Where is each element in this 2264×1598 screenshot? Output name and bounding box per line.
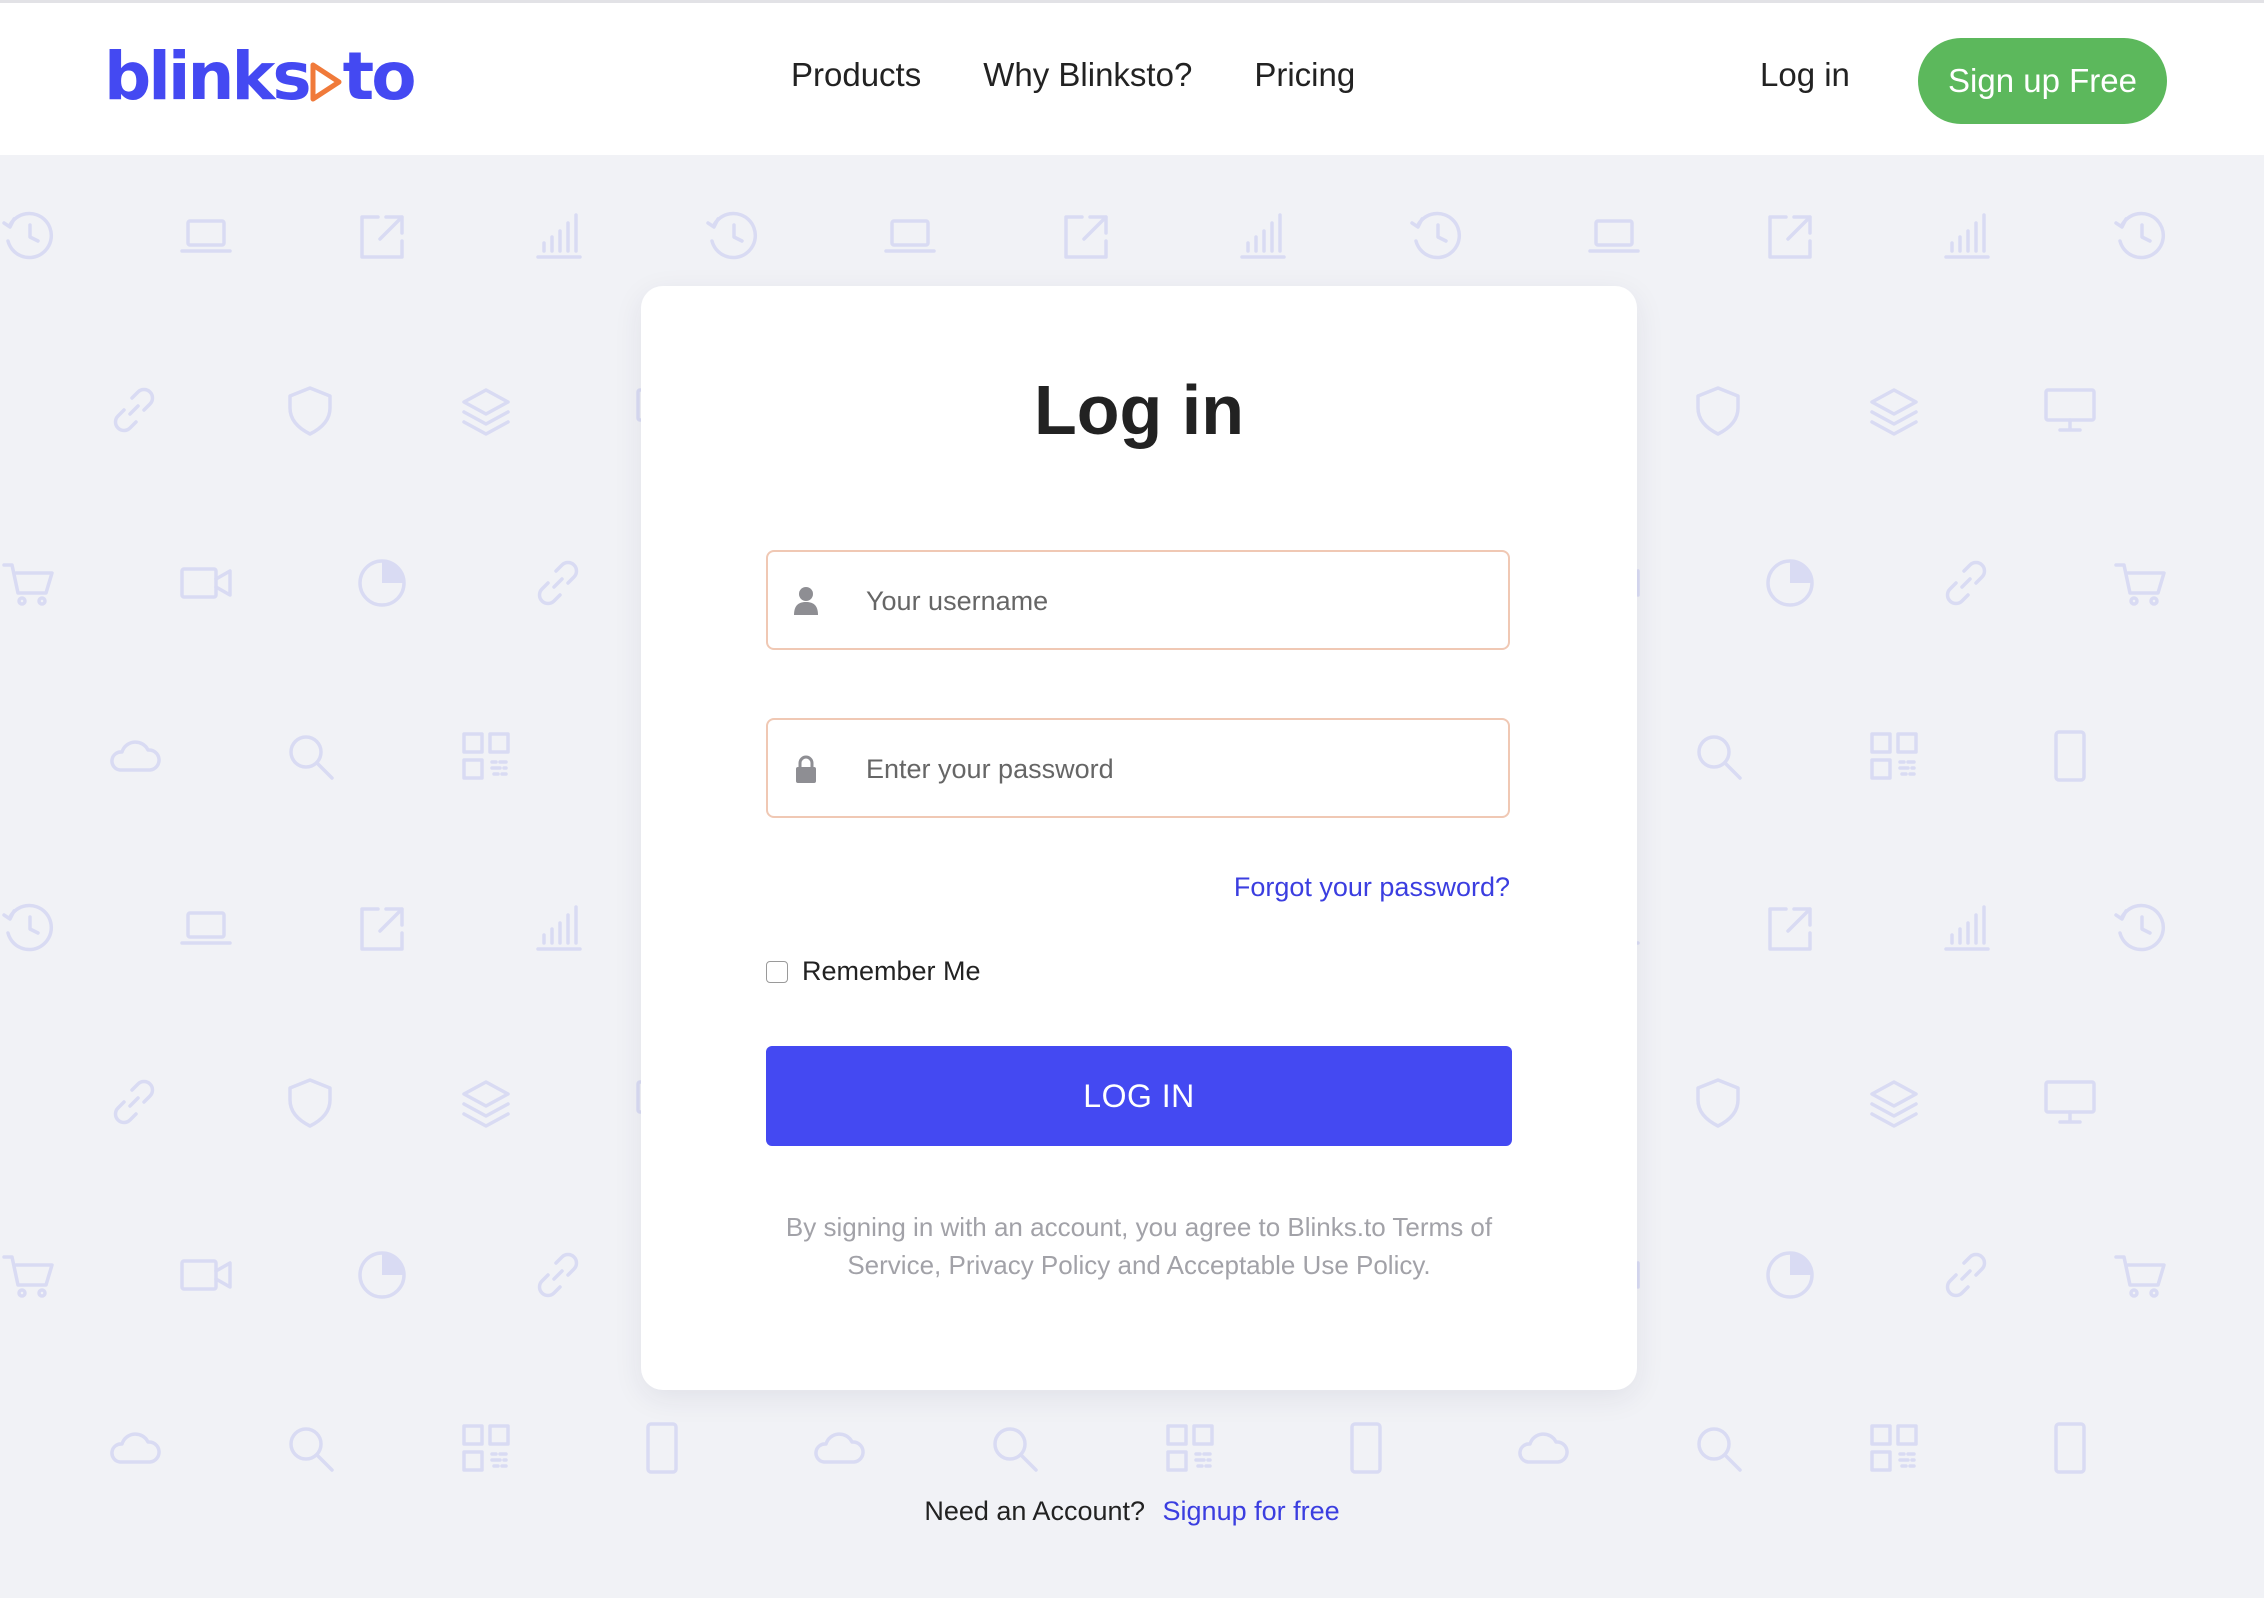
- laptop-icon: [180, 911, 232, 945]
- remember-me-label[interactable]: Remember Me: [802, 956, 981, 987]
- link-icon: [113, 387, 155, 433]
- qr-code-icon: [462, 1424, 510, 1472]
- nav-products[interactable]: Products: [760, 47, 952, 103]
- qr-code-icon: [462, 732, 510, 780]
- qr-code-icon: [1870, 1424, 1918, 1472]
- laptop-icon: [180, 219, 232, 253]
- cart-icon: [2, 563, 54, 606]
- history-icon: [2114, 903, 2166, 952]
- page-title: Log in: [1034, 371, 1244, 449]
- cart-icon: [2114, 563, 2166, 606]
- video-icon: [180, 567, 232, 599]
- logo-text-right: to: [342, 38, 417, 115]
- tablet-icon: [646, 1422, 678, 1474]
- bar-chart-icon: [1240, 213, 1286, 259]
- signup-free-button[interactable]: Sign up Free: [1918, 38, 2167, 124]
- signup-link[interactable]: Signup for free: [1163, 1496, 1340, 1526]
- laptop-icon: [884, 219, 936, 253]
- cart-icon: [2, 1255, 54, 1298]
- login-submit-button[interactable]: LOG IN: [766, 1046, 1512, 1146]
- history-icon: [2114, 211, 2166, 260]
- lock-icon: [796, 755, 816, 783]
- password-field: [766, 718, 1510, 818]
- tablet-icon: [2054, 730, 2086, 782]
- history-icon: [706, 211, 758, 260]
- history-icon: [1410, 211, 1462, 260]
- terms-text: By signing in with an account, you agree…: [785, 1212, 1493, 1280]
- nav-pricing[interactable]: Pricing: [1223, 47, 1386, 103]
- cloud-icon: [110, 740, 161, 772]
- username-field: [766, 550, 1510, 650]
- bar-chart-icon: [536, 213, 582, 259]
- login-card: Log in Forgot your password? Remember Me…: [641, 286, 1637, 1390]
- search-icon: [1697, 1427, 1742, 1472]
- history-icon: [2, 903, 54, 952]
- external-link-icon: [1064, 215, 1108, 259]
- tablet-icon: [1350, 1422, 1382, 1474]
- monitor-icon: [2044, 388, 2096, 432]
- layers-icon: [1870, 1080, 1918, 1128]
- main-nav: Products Why Blinksto? Pricing: [760, 47, 1386, 103]
- link-icon: [1945, 1252, 1987, 1298]
- external-link-icon: [360, 215, 404, 259]
- link-icon: [1945, 560, 1987, 606]
- play-icon: [310, 62, 342, 102]
- layers-icon: [462, 1080, 510, 1128]
- nav-why-blinksto[interactable]: Why Blinksto?: [952, 47, 1223, 103]
- bar-chart-icon: [1944, 213, 1990, 259]
- qr-code-icon: [1166, 1424, 1214, 1472]
- external-link-icon: [1768, 215, 1812, 259]
- shield-icon: [288, 1078, 332, 1128]
- pie-chart-icon: [1766, 1251, 1814, 1299]
- qr-code-icon: [1870, 732, 1918, 780]
- cloud-icon: [110, 1432, 161, 1464]
- shield-icon: [1696, 386, 1740, 436]
- external-link-icon: [1768, 907, 1812, 951]
- brand-logo[interactable]: blinks to: [104, 37, 417, 117]
- user-icon: [794, 587, 818, 615]
- history-icon: [2, 211, 54, 260]
- link-icon: [113, 1079, 155, 1125]
- link-icon: [537, 1252, 579, 1298]
- search-icon: [993, 1427, 1038, 1472]
- layers-icon: [1870, 388, 1918, 436]
- site-header: blinks to Products Why Blinksto? Pricing…: [0, 3, 2264, 155]
- shield-icon: [288, 386, 332, 436]
- tablet-icon: [2054, 1422, 2086, 1474]
- cloud-icon: [814, 1432, 865, 1464]
- signup-prompt-text: Need an Account?: [924, 1496, 1146, 1526]
- bar-chart-icon: [1944, 905, 1990, 951]
- link-icon: [537, 560, 579, 606]
- forgot-password-link[interactable]: Forgot your password?: [1234, 872, 1510, 903]
- search-icon: [289, 735, 334, 780]
- signup-prompt: Need an Account? Signup for free: [0, 1496, 2264, 1527]
- monitor-icon: [2044, 1080, 2096, 1124]
- username-input[interactable]: [864, 552, 1488, 650]
- laptop-icon: [1588, 219, 1640, 253]
- search-icon: [1697, 735, 1742, 780]
- pie-chart-icon: [358, 1251, 406, 1299]
- video-icon: [180, 1259, 232, 1291]
- cart-icon: [2114, 1255, 2166, 1298]
- pie-chart-icon: [1766, 559, 1814, 607]
- remember-me: Remember Me: [766, 956, 981, 987]
- cloud-icon: [1518, 1432, 1569, 1464]
- remember-me-checkbox[interactable]: [766, 960, 788, 983]
- bar-chart-icon: [536, 905, 582, 951]
- external-link-icon: [360, 907, 404, 951]
- logo-text-left: blinks: [104, 38, 312, 115]
- password-input[interactable]: [864, 720, 1488, 818]
- layers-icon: [462, 388, 510, 436]
- pie-chart-icon: [358, 559, 406, 607]
- search-icon: [289, 1427, 334, 1472]
- shield-icon: [1696, 1078, 1740, 1128]
- header-login-link[interactable]: Log in: [1760, 55, 1850, 95]
